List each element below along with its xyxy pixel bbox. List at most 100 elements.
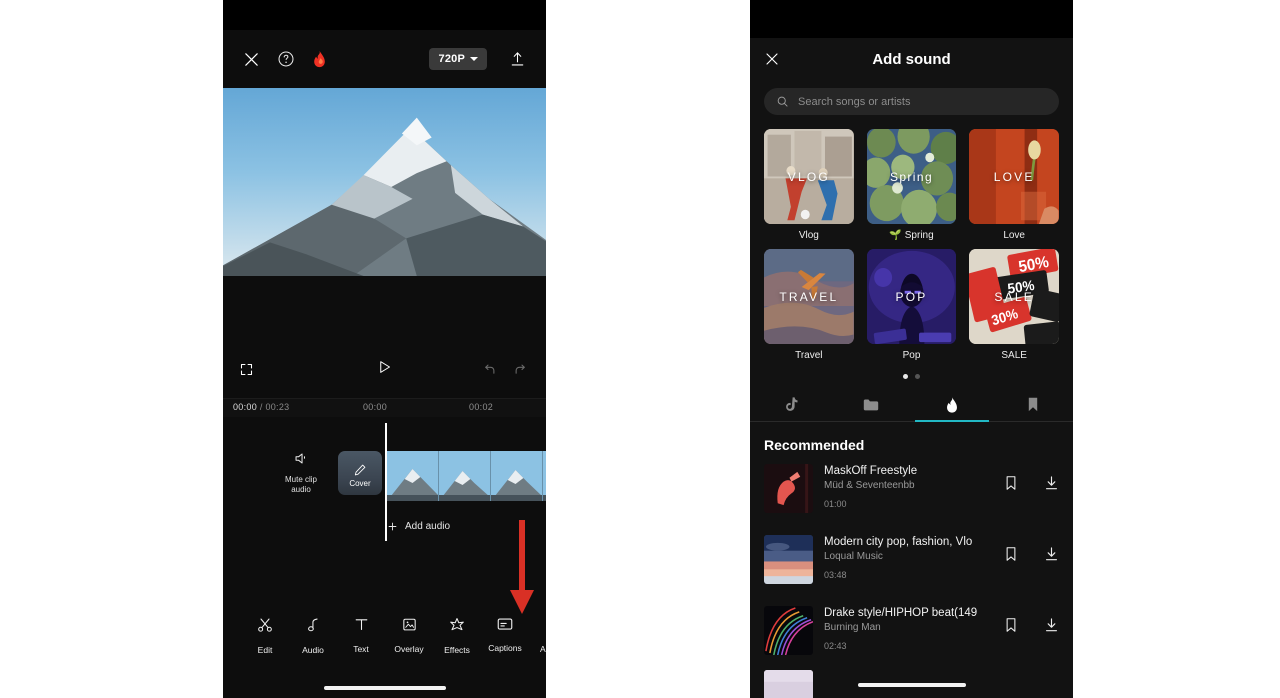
song-title: Modern city pop, fashion, Vlo bbox=[824, 536, 973, 548]
timeline-track-area[interactable]: Mute clip audio Cover Add audio bbox=[223, 417, 546, 613]
playlist-art-label: VLOG bbox=[787, 169, 830, 184]
tool-text[interactable]: Text bbox=[337, 616, 385, 654]
playlist-caption-text: Pop bbox=[902, 350, 921, 361]
tab-my-folder[interactable] bbox=[831, 388, 912, 421]
bookmark-icon[interactable] bbox=[1004, 617, 1018, 633]
song-artwork bbox=[764, 670, 813, 698]
seedling-icon: 🌱 bbox=[889, 230, 902, 241]
search-icon bbox=[776, 95, 789, 108]
song-row[interactable]: Modern city pop, fashion, Vlo Loqual Mus… bbox=[750, 524, 1073, 595]
clip-thumbnail[interactable] bbox=[543, 451, 546, 501]
redo-icon[interactable] bbox=[513, 362, 528, 377]
playlist-card-love[interactable]: LOVE Love bbox=[969, 129, 1059, 241]
page-title: Add sound bbox=[872, 50, 951, 68]
playlist-card-vlog[interactable]: VLOG Vlog bbox=[764, 129, 854, 241]
bookmark-icon[interactable] bbox=[1004, 475, 1018, 491]
close-icon[interactable] bbox=[243, 51, 260, 68]
tool-effects[interactable]: Effects bbox=[433, 616, 481, 655]
playlist-art-label: POP bbox=[895, 289, 928, 304]
song-row-partial[interactable] bbox=[750, 666, 1073, 698]
mute-clip-audio-button[interactable]: Mute clip audio bbox=[278, 451, 324, 495]
playlist-card-pop[interactable]: POP Pop bbox=[866, 249, 957, 361]
add-sound-panel: Add sound Search songs or artists VLOG V… bbox=[750, 0, 1073, 698]
playlist-art-label: TRAVEL bbox=[779, 289, 839, 304]
undo-icon[interactable] bbox=[482, 362, 497, 377]
flame-icon bbox=[945, 396, 959, 414]
playlist-caption: 🌱 Spring bbox=[867, 230, 957, 241]
song-artwork bbox=[764, 464, 813, 513]
tool-aspect[interactable]: Aspect bbox=[529, 616, 546, 654]
song-artwork bbox=[764, 606, 813, 655]
current-time: 00:00 bbox=[233, 402, 258, 412]
home-indicator bbox=[323, 686, 446, 690]
ruler-label-1: 00:02 bbox=[469, 402, 494, 412]
song-title: MaskOff Freestyle bbox=[824, 465, 918, 477]
clip-thumbnail[interactable] bbox=[491, 451, 543, 501]
tab-recommended[interactable] bbox=[912, 388, 993, 421]
carousel-pager[interactable] bbox=[750, 374, 1073, 379]
song-actions bbox=[1004, 617, 1059, 633]
tool-label: Edit bbox=[257, 645, 273, 655]
playlist-artwork: VLOG bbox=[764, 129, 854, 224]
fullscreen-icon[interactable] bbox=[239, 362, 254, 377]
screenshot-root: 720P 00:00 / 00:23 00:00 00:02 Mute clip… bbox=[0, 0, 1280, 698]
song-artwork bbox=[764, 535, 813, 584]
playlist-card-sale[interactable]: 50% 50% 30% SALE SALE bbox=[969, 249, 1059, 361]
tool-edit[interactable]: Edit bbox=[241, 616, 289, 655]
home-indicator bbox=[857, 683, 966, 687]
tool-overlay[interactable]: Overlay bbox=[385, 616, 433, 654]
tool-audio[interactable]: Audio bbox=[289, 616, 337, 655]
close-icon[interactable] bbox=[764, 51, 780, 67]
play-icon[interactable] bbox=[377, 359, 392, 375]
playhead[interactable] bbox=[385, 423, 387, 541]
song-actions bbox=[1004, 475, 1059, 491]
download-icon[interactable] bbox=[1044, 475, 1059, 491]
text-t-icon bbox=[353, 616, 370, 633]
playlist-caption-text: Spring bbox=[904, 230, 934, 241]
playlist-card-travel[interactable]: TRAVEL Travel bbox=[764, 249, 854, 361]
resolution-selector[interactable]: 720P bbox=[428, 48, 487, 70]
clip-side-actions: Mute clip audio Cover bbox=[278, 451, 382, 495]
tool-label: Text bbox=[353, 644, 369, 654]
upload-icon[interactable] bbox=[509, 50, 526, 68]
playlist-caption: Travel bbox=[764, 350, 854, 361]
playlist-caption-text: Vlog bbox=[798, 230, 819, 241]
song-artist: Müd & Seventeenbb bbox=[824, 480, 915, 491]
playlist-artwork: Spring bbox=[866, 129, 957, 224]
song-row[interactable]: MaskOff Freestyle Müd & Seventeenbb 01:0… bbox=[750, 453, 1073, 524]
download-icon[interactable] bbox=[1044, 617, 1059, 633]
section-title: Recommended bbox=[764, 437, 865, 453]
song-duration: 03:48 bbox=[824, 570, 847, 580]
pager-dot-active[interactable] bbox=[903, 374, 908, 379]
tab-favorites[interactable] bbox=[992, 388, 1073, 421]
download-icon[interactable] bbox=[1044, 546, 1059, 562]
tool-label: Audio bbox=[302, 645, 324, 655]
playlist-caption: Vlog bbox=[764, 230, 854, 241]
playlist-art-label: LOVE bbox=[993, 169, 1035, 184]
video-frame bbox=[223, 88, 546, 276]
song-title: Drake style/HIPHOP beat(149 bbox=[824, 607, 978, 619]
clip-thumbnail[interactable] bbox=[387, 451, 439, 501]
cover-button[interactable]: Cover bbox=[338, 451, 382, 495]
flame-icon[interactable] bbox=[312, 50, 327, 68]
bookmark-icon[interactable] bbox=[1004, 546, 1018, 562]
sparkle-star-icon bbox=[448, 616, 466, 634]
pager-dot[interactable] bbox=[915, 374, 920, 379]
scissors-icon bbox=[256, 616, 274, 634]
help-circle-icon[interactable] bbox=[277, 50, 295, 68]
search-input[interactable]: Search songs or artists bbox=[764, 88, 1059, 115]
image-overlay-icon bbox=[401, 616, 418, 633]
clip-thumbnail-strip[interactable] bbox=[387, 451, 546, 501]
playlist-art-label: Spring bbox=[889, 169, 934, 184]
tool-captions[interactable]: Captions bbox=[481, 616, 529, 653]
clip-thumbnail[interactable] bbox=[439, 451, 491, 501]
red-down-arrow-icon bbox=[510, 520, 534, 614]
video-preview[interactable] bbox=[223, 88, 546, 398]
playlist-card-spring[interactable]: Spring 🌱 Spring bbox=[866, 129, 957, 241]
total-time: 00:23 bbox=[265, 402, 290, 412]
song-row[interactable]: Drake style/HIPHOP beat(149 Burning Man … bbox=[750, 595, 1073, 666]
add-audio-label: Add audio bbox=[405, 520, 451, 532]
editor-top-bar: 720P bbox=[223, 30, 546, 88]
song-artist: Loqual Music bbox=[824, 551, 883, 562]
tab-tiktok-sounds[interactable] bbox=[750, 388, 831, 421]
